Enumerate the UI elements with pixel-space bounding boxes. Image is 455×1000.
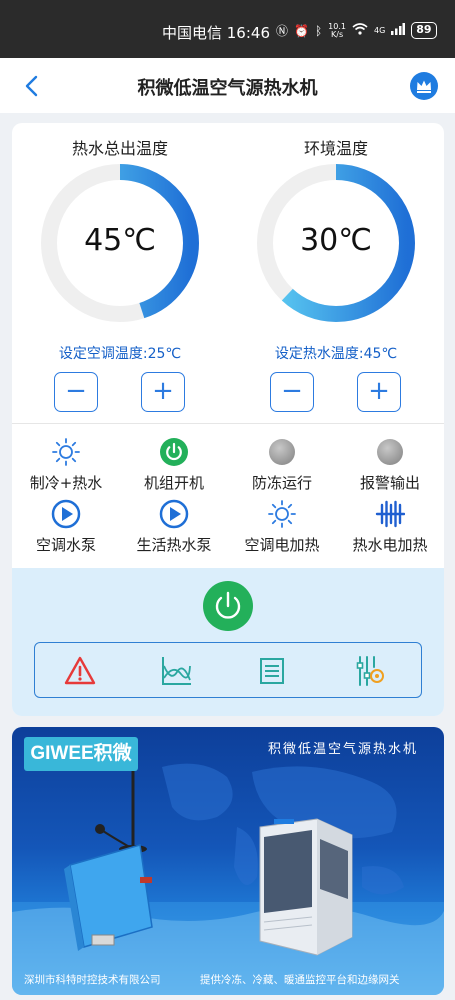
status-unit-on: 机组开机 [120,437,228,497]
signal-bars-icon [391,23,406,38]
gauge-ambient-temp: 环境温度 30℃ 设定热水温度:45℃ − + [228,123,444,423]
status-antifreeze: 防冻运行 [228,437,336,497]
net-speed-unit: K/s [331,29,344,39]
status-alarm-output: 报警输出 [336,437,444,497]
status-ac-electric-heater: 空调电加热 [228,499,336,559]
crown-icon[interactable] [410,72,438,100]
banner-company: 深圳市科特时控技术有限公司 [24,974,161,986]
function-toolbar [34,642,422,698]
signal-4g-label: 4G [373,26,386,35]
divider [12,423,444,424]
sun-outline-icon [268,500,296,528]
power-button[interactable] [203,581,253,631]
brand-logo: GIWEE积微 [24,737,138,771]
carrier-time: 中国电信 16:46 [162,24,270,42]
play-circle-icon [51,499,81,529]
gauge-title: 环境温度 [303,139,368,158]
alarm-clock-icon: ⏰ [294,23,309,38]
status-icons: Ⓝ ⏰ ᛒ 10.1 K/s 4G 89 [276,22,437,39]
status-label: 空调水泵 [35,536,96,554]
gray-dot-icon [377,439,403,465]
hot-water-setpoint-label: 设定热水温度:45℃ [274,346,398,362]
power-icon [215,591,241,619]
banner-slogan: 提供冷冻、冷藏、暖通监控平台和边缘网关 [200,974,400,986]
ac-setpoint-decrease-button[interactable]: − [54,372,98,412]
status-label: 空调电加热 [244,536,320,554]
banner-title: 积微低温空气源热水机 [268,742,419,757]
gauge-value: 30℃ [300,223,372,258]
status-label: 防冻运行 [251,474,312,492]
status-label: 生活热水泵 [136,536,212,554]
gauge-hot-water-outlet: 热水总出温度 45℃ 设定空调温度:25℃ − + [12,123,228,423]
status-label: 制冷+热水 [29,474,103,492]
nfc-icon: Ⓝ [276,24,289,38]
heat-pump-unit-graphic [259,818,353,956]
status-bar: 中国电信 16:46 Ⓝ ⏰ ᛒ 10.1 K/s 4G 89 [0,0,455,58]
ac-setpoint-increase-button[interactable]: + [141,372,185,412]
app-header: 积微低温空气源热水机 [0,58,455,113]
gauge-value: 45℃ [84,223,156,258]
trend-chart-icon[interactable] [159,654,193,688]
status-label: 机组开机 [143,474,204,492]
play-circle-icon [159,499,189,529]
net-speed: 10.1 K/s [328,22,346,39]
alarm-warning-icon[interactable] [63,654,97,688]
main-card: 热水总出温度 45℃ 设定空调温度:25℃ − + 环境温度 30℃ 设定热水温… [12,123,444,716]
product-banner[interactable]: GIWEE积微 积微低温空气源热水机 深圳市科特时控技术有限公司 提供冷冻、冷藏… [12,727,444,995]
status-ac-water-pump: 空调水泵 [12,499,120,559]
heater-coil-icon [375,500,405,528]
antenna-graphic [95,769,147,853]
hot-water-setpoint-decrease-button[interactable]: − [270,372,314,412]
power-on-icon [160,438,188,466]
gauge-title: 热水总出温度 [71,139,168,158]
status-label: 报警输出 [359,474,420,492]
hot-water-setpoint-increase-button[interactable]: + [357,372,401,412]
page-title: 积微低温空气源热水机 [137,78,318,99]
status-domestic-hot-water-pump: 生活热水泵 [120,499,228,559]
list-document-icon[interactable] [255,654,289,688]
sun-outline-icon [52,438,80,466]
control-panel [12,568,444,716]
gray-dot-icon [269,439,295,465]
ac-setpoint-label: 设定空调温度:25℃ [58,346,182,362]
wifi-icon [352,23,368,38]
bluetooth-icon: ᛒ [314,23,323,38]
settings-sliders-icon[interactable] [353,654,387,688]
status-hot-water-electric-heater: 热水电加热 [336,499,444,559]
status-label: 热水电加热 [352,536,428,554]
status-cooling-hot-water: 制冷+热水 [12,437,120,497]
battery-icon: 89 [411,22,437,39]
